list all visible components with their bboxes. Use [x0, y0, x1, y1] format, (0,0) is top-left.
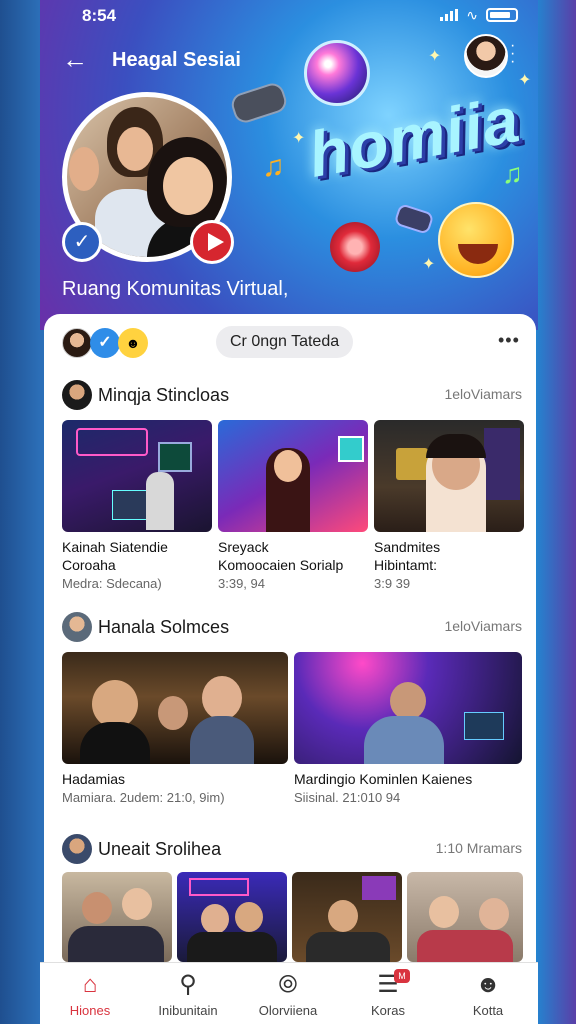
- tab-home[interactable]: ⌂ Hiones: [40, 963, 140, 1024]
- video-thumbnail[interactable]: [407, 872, 523, 962]
- tab-label: Kotta: [472, 1003, 504, 1018]
- laughing-emoji-icon: [438, 202, 514, 278]
- hero-banner: 8:54 ∿ ← Heagal Sesiai ··· ♫ ♫ ✦ ✦ ✦ ✦: [40, 0, 538, 330]
- filter-chip[interactable]: Cr 0ngn Tateda: [216, 326, 354, 358]
- content-card: ✓ ☻ Cr 0ngn Tateda ••• Minqja Stincloas …: [44, 314, 536, 1024]
- bottom-tab-bar: ⌂ Hiones ⚲ Inibunitain ⦾ Olorviiena ☰ M …: [40, 962, 538, 1024]
- section-3: Uneait Srolihea 1:10 Mramars: [44, 832, 536, 962]
- gamepad-icon: [228, 80, 290, 126]
- section-count: 1eloViamars: [444, 618, 522, 634]
- avatar: [62, 380, 92, 410]
- avatar[interactable]: [62, 328, 92, 358]
- wifi-icon: ∿: [466, 7, 478, 23]
- tab-search[interactable]: ⚲ Inibunitain: [138, 963, 238, 1024]
- battery-icon: [486, 8, 518, 22]
- more-vertical-icon[interactable]: · · ·: [510, 38, 515, 70]
- more-horizontal-icon[interactable]: •••: [498, 330, 520, 351]
- video-thumbnail[interactable]: [294, 652, 522, 764]
- section-header[interactable]: Minqja Stincloas 1eloViamars: [62, 378, 522, 412]
- tile-title[interactable]: Sreyack Komoocaien Sorialp: [218, 538, 374, 574]
- tile-subtitle: Siisinal. 21:010 94: [294, 790, 401, 805]
- video-thumbnail[interactable]: [292, 872, 402, 962]
- avatar: [62, 612, 92, 642]
- section-count: 1eloViamars: [444, 386, 522, 402]
- profile-avatar[interactable]: [464, 34, 508, 78]
- tab-label: Koras: [371, 1003, 405, 1018]
- app-screen: 8:54 ∿ ← Heagal Sesiai ··· ♫ ♫ ✦ ✦ ✦ ✦: [40, 0, 538, 1024]
- microphone-icon: [330, 222, 380, 272]
- section-title: Minqja Stincloas: [98, 385, 230, 405]
- back-arrow-icon[interactable]: ←: [62, 46, 88, 72]
- top-nav: ← Heagal Sesiai: [40, 40, 538, 80]
- check-icon: ✓: [62, 222, 102, 262]
- signal-icon: [440, 9, 459, 21]
- hero-caption: Ruang Komunitas Virtual,: [62, 278, 289, 300]
- sparkle-icon: ✦: [428, 48, 442, 65]
- music-note-icon: ♫: [262, 150, 285, 183]
- card-header: ✓ ☻ Cr 0ngn Tateda •••: [44, 314, 536, 370]
- play-button[interactable]: [190, 220, 234, 264]
- home-icon: ⌂: [82, 971, 98, 998]
- notification-badge: M: [394, 969, 410, 983]
- section-title: Hanala Solmces: [98, 617, 230, 637]
- tile-subtitle: Medra: Sdecana): [62, 576, 162, 591]
- section-1: Minqja Stincloas 1eloViamars Kainah Siat…: [44, 378, 536, 598]
- status-icons: ∿: [440, 8, 518, 22]
- page-title: Heagal Sesiai: [112, 49, 241, 71]
- sparkle-icon: ✦: [422, 256, 436, 273]
- video-thumbnail[interactable]: [218, 420, 368, 532]
- tile-title[interactable]: Hadamias: [62, 770, 288, 788]
- tile-subtitle: Mamiara. 2udem: 21:0, 9im): [62, 790, 225, 805]
- video-thumbnail[interactable]: [62, 872, 172, 962]
- avatar: [62, 834, 92, 864]
- section-count: 1:10 Mramars: [435, 840, 522, 856]
- verified-icon: ✓: [90, 328, 120, 358]
- section-title: Uneait Srolihea: [98, 839, 222, 859]
- sparkle-icon: ✦: [518, 72, 532, 89]
- video-thumbnail[interactable]: [177, 872, 287, 962]
- tab-feed[interactable]: ☰ M Koras: [338, 963, 438, 1024]
- compass-icon: ⦾: [278, 971, 298, 998]
- profile-icon: ☻: [475, 971, 501, 998]
- tile-title[interactable]: Kainah Siatendie Coroaha: [62, 538, 212, 574]
- tile-title[interactable]: Mardingio Kominlen Kaienes: [294, 770, 522, 788]
- status-bar: 8:54 ∿: [40, 0, 538, 30]
- tile-title[interactable]: Sandmites Hibintamt:: [374, 538, 524, 574]
- section-2: Hanala Solmces 1eloViamars Hadamias Mami…: [44, 610, 536, 820]
- controller-icon: [393, 202, 435, 236]
- search-icon: ⚲: [179, 971, 197, 998]
- section-header[interactable]: Hanala Solmces 1eloViamars: [62, 610, 522, 644]
- tab-explore[interactable]: ⦾ Olorviiena: [238, 963, 338, 1024]
- glowing-orb-icon: [304, 40, 370, 106]
- video-thumbnail[interactable]: [62, 420, 212, 532]
- tab-label: Olorviiena: [258, 1003, 318, 1018]
- tab-label: Hiones: [69, 1003, 111, 1018]
- status-time: 8:54: [82, 6, 117, 25]
- tile-subtitle: 3:39, 94: [218, 576, 265, 591]
- tile-subtitle: 3:9 39: [374, 576, 411, 591]
- section-header[interactable]: Uneait Srolihea 1:10 Mramars: [62, 832, 522, 866]
- video-thumbnail[interactable]: [62, 652, 288, 764]
- tab-profile[interactable]: ☻ Kotta: [438, 963, 538, 1024]
- smile-emoji-icon: ☻: [118, 328, 148, 358]
- music-note-icon: ♫: [502, 158, 523, 189]
- tab-label: Inibunitain: [158, 1003, 218, 1018]
- sparkle-icon: ✦: [292, 130, 306, 147]
- video-thumbnail[interactable]: [374, 420, 524, 532]
